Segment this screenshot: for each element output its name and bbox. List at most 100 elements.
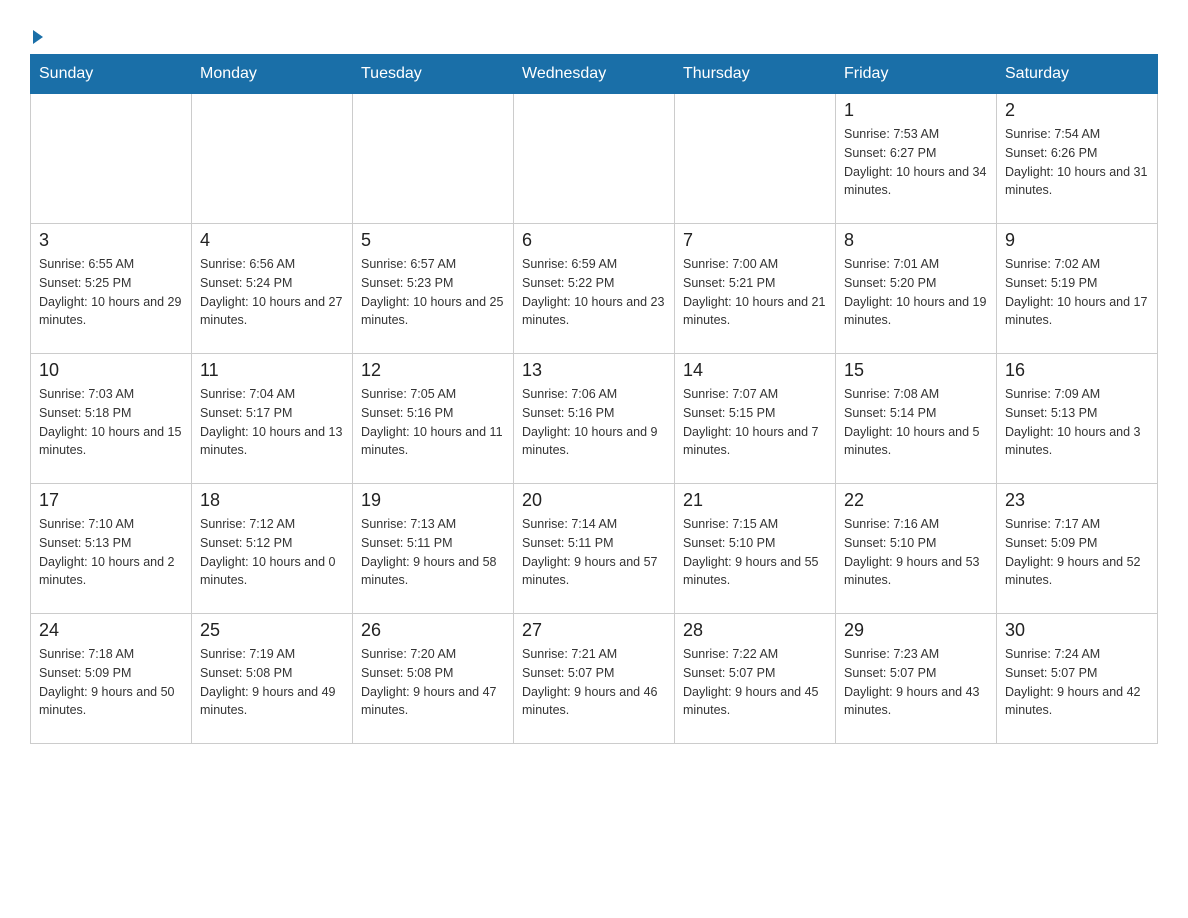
day-number: 8: [844, 230, 988, 251]
day-info: Sunrise: 7:13 AMSunset: 5:11 PMDaylight:…: [361, 515, 505, 590]
calendar-cell: [31, 94, 192, 224]
day-number: 14: [683, 360, 827, 381]
day-number: 7: [683, 230, 827, 251]
day-number: 4: [200, 230, 344, 251]
calendar-cell: 5 Sunrise: 6:57 AMSunset: 5:23 PMDaylight…: [353, 224, 514, 354]
calendar-cell: 22 Sunrise: 7:16 AMSunset: 5:10 PMDayligh…: [836, 484, 997, 614]
day-number: 16: [1005, 360, 1149, 381]
day-number: 10: [39, 360, 183, 381]
weekday-header-tuesday: Tuesday: [353, 55, 514, 94]
day-info: Sunrise: 7:02 AMSunset: 5:19 PMDaylight:…: [1005, 255, 1149, 330]
day-number: 5: [361, 230, 505, 251]
day-info: Sunrise: 7:16 AMSunset: 5:10 PMDaylight:…: [844, 515, 988, 590]
day-number: 19: [361, 490, 505, 511]
day-info: Sunrise: 7:06 AMSunset: 5:16 PMDaylight:…: [522, 385, 666, 460]
day-number: 27: [522, 620, 666, 641]
calendar-cell: 29 Sunrise: 7:23 AMSunset: 5:07 PMDayligh…: [836, 614, 997, 744]
weekday-header-friday: Friday: [836, 55, 997, 94]
day-info: Sunrise: 7:53 AMSunset: 6:27 PMDaylight:…: [844, 125, 988, 200]
weekday-header-row: SundayMondayTuesdayWednesdayThursdayFrid…: [31, 55, 1158, 94]
day-info: Sunrise: 7:08 AMSunset: 5:14 PMDaylight:…: [844, 385, 988, 460]
day-number: 11: [200, 360, 344, 381]
calendar-cell: 8 Sunrise: 7:01 AMSunset: 5:20 PMDaylight…: [836, 224, 997, 354]
calendar-cell: 25 Sunrise: 7:19 AMSunset: 5:08 PMDayligh…: [192, 614, 353, 744]
day-info: Sunrise: 7:23 AMSunset: 5:07 PMDaylight:…: [844, 645, 988, 720]
calendar-cell: 19 Sunrise: 7:13 AMSunset: 5:11 PMDayligh…: [353, 484, 514, 614]
calendar-cell: 2 Sunrise: 7:54 AMSunset: 6:26 PMDaylight…: [997, 94, 1158, 224]
day-info: Sunrise: 7:07 AMSunset: 5:15 PMDaylight:…: [683, 385, 827, 460]
day-number: 29: [844, 620, 988, 641]
day-info: Sunrise: 7:00 AMSunset: 5:21 PMDaylight:…: [683, 255, 827, 330]
day-info: Sunrise: 7:24 AMSunset: 5:07 PMDaylight:…: [1005, 645, 1149, 720]
calendar-cell: 24Sunrise: 7:18 AMSunset: 5:09 PMDayligh…: [31, 614, 192, 744]
logo: [30, 30, 43, 44]
calendar-cell: 6 Sunrise: 6:59 AMSunset: 5:22 PMDaylight…: [514, 224, 675, 354]
day-number: 30: [1005, 620, 1149, 641]
calendar-table: SundayMondayTuesdayWednesdayThursdayFrid…: [30, 54, 1158, 744]
weekday-header-thursday: Thursday: [675, 55, 836, 94]
day-info: Sunrise: 7:01 AMSunset: 5:20 PMDaylight:…: [844, 255, 988, 330]
calendar-cell: 13 Sunrise: 7:06 AMSunset: 5:16 PMDayligh…: [514, 354, 675, 484]
weekday-header-monday: Monday: [192, 55, 353, 94]
day-info: Sunrise: 7:09 AMSunset: 5:13 PMDaylight:…: [1005, 385, 1149, 460]
weekday-header-wednesday: Wednesday: [514, 55, 675, 94]
calendar-cell: 12 Sunrise: 7:05 AMSunset: 5:16 PMDayligh…: [353, 354, 514, 484]
calendar-cell: 28 Sunrise: 7:22 AMSunset: 5:07 PMDayligh…: [675, 614, 836, 744]
day-number: 2: [1005, 100, 1149, 121]
calendar-cell: 3Sunrise: 6:55 AMSunset: 5:25 PMDaylight…: [31, 224, 192, 354]
calendar-cell: 9 Sunrise: 7:02 AMSunset: 5:19 PMDaylight…: [997, 224, 1158, 354]
day-number: 25: [200, 620, 344, 641]
day-info: Sunrise: 6:55 AMSunset: 5:25 PMDaylight:…: [39, 255, 183, 330]
calendar-week-3: 10Sunrise: 7:03 AMSunset: 5:18 PMDayligh…: [31, 354, 1158, 484]
day-number: 17: [39, 490, 183, 511]
calendar-cell: [353, 94, 514, 224]
day-info: Sunrise: 6:59 AMSunset: 5:22 PMDaylight:…: [522, 255, 666, 330]
calendar-week-1: 1 Sunrise: 7:53 AMSunset: 6:27 PMDaylight…: [31, 94, 1158, 224]
day-info: Sunrise: 7:18 AMSunset: 5:09 PMDaylight:…: [39, 645, 183, 720]
calendar-cell: 11 Sunrise: 7:04 AMSunset: 5:17 PMDayligh…: [192, 354, 353, 484]
calendar-cell: 14 Sunrise: 7:07 AMSunset: 5:15 PMDayligh…: [675, 354, 836, 484]
day-info: Sunrise: 7:21 AMSunset: 5:07 PMDaylight:…: [522, 645, 666, 720]
day-info: Sunrise: 7:10 AMSunset: 5:13 PMDaylight:…: [39, 515, 183, 590]
day-number: 20: [522, 490, 666, 511]
day-number: 1: [844, 100, 988, 121]
day-info: Sunrise: 6:57 AMSunset: 5:23 PMDaylight:…: [361, 255, 505, 330]
calendar-cell: 18Sunrise: 7:12 AMSunset: 5:12 PMDayligh…: [192, 484, 353, 614]
day-info: Sunrise: 7:19 AMSunset: 5:08 PMDaylight:…: [200, 645, 344, 720]
day-info: Sunrise: 7:05 AMSunset: 5:16 PMDaylight:…: [361, 385, 505, 460]
day-number: 22: [844, 490, 988, 511]
calendar-cell: 20 Sunrise: 7:14 AMSunset: 5:11 PMDayligh…: [514, 484, 675, 614]
day-number: 26: [361, 620, 505, 641]
calendar-cell: 17 Sunrise: 7:10 AMSunset: 5:13 PMDayligh…: [31, 484, 192, 614]
day-info: Sunrise: 7:15 AMSunset: 5:10 PMDaylight:…: [683, 515, 827, 590]
calendar-week-4: 17 Sunrise: 7:10 AMSunset: 5:13 PMDayligh…: [31, 484, 1158, 614]
day-number: 6: [522, 230, 666, 251]
day-info: Sunrise: 7:20 AMSunset: 5:08 PMDaylight:…: [361, 645, 505, 720]
calendar-week-2: 3Sunrise: 6:55 AMSunset: 5:25 PMDaylight…: [31, 224, 1158, 354]
day-info: Sunrise: 7:14 AMSunset: 5:11 PMDaylight:…: [522, 515, 666, 590]
day-info: Sunrise: 7:12 AMSunset: 5:12 PMDaylight:…: [200, 515, 344, 590]
calendar-cell: 21 Sunrise: 7:15 AMSunset: 5:10 PMDayligh…: [675, 484, 836, 614]
day-info: Sunrise: 7:04 AMSunset: 5:17 PMDaylight:…: [200, 385, 344, 460]
calendar-cell: 10Sunrise: 7:03 AMSunset: 5:18 PMDayligh…: [31, 354, 192, 484]
day-number: 9: [1005, 230, 1149, 251]
calendar-cell: 23Sunrise: 7:17 AMSunset: 5:09 PMDayligh…: [997, 484, 1158, 614]
calendar-cell: 26 Sunrise: 7:20 AMSunset: 5:08 PMDayligh…: [353, 614, 514, 744]
logo-general-text: [30, 30, 43, 44]
weekday-header-saturday: Saturday: [997, 55, 1158, 94]
calendar-cell: 27 Sunrise: 7:21 AMSunset: 5:07 PMDayligh…: [514, 614, 675, 744]
day-info: Sunrise: 6:56 AMSunset: 5:24 PMDaylight:…: [200, 255, 344, 330]
calendar-cell: [514, 94, 675, 224]
day-number: 28: [683, 620, 827, 641]
day-number: 21: [683, 490, 827, 511]
page-header: [30, 20, 1158, 44]
logo-arrow-icon: [33, 30, 43, 44]
day-number: 12: [361, 360, 505, 381]
day-info: Sunrise: 7:22 AMSunset: 5:07 PMDaylight:…: [683, 645, 827, 720]
calendar-cell: 4 Sunrise: 6:56 AMSunset: 5:24 PMDaylight…: [192, 224, 353, 354]
day-info: Sunrise: 7:54 AMSunset: 6:26 PMDaylight:…: [1005, 125, 1149, 200]
calendar-cell: 1 Sunrise: 7:53 AMSunset: 6:27 PMDaylight…: [836, 94, 997, 224]
day-info: Sunrise: 7:17 AMSunset: 5:09 PMDaylight:…: [1005, 515, 1149, 590]
calendar-cell: [675, 94, 836, 224]
day-number: 13: [522, 360, 666, 381]
